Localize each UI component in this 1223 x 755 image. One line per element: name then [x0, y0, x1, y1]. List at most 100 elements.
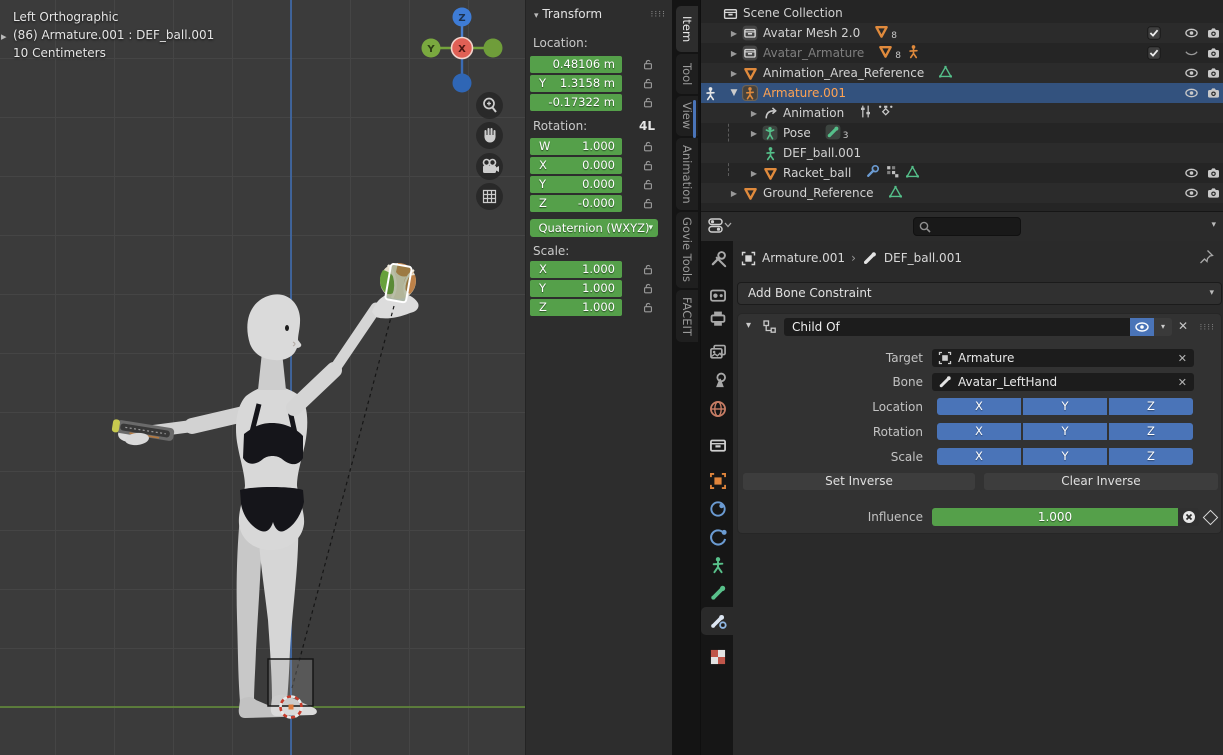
transform-field[interactable]: Y1.3158 m — [530, 75, 622, 92]
sidebar-tab-govie-tools[interactable]: Govie Tools — [676, 212, 698, 288]
expand-arrow-icon[interactable]: ▶ — [727, 69, 741, 78]
tab-strip-scrollbar[interactable] — [693, 100, 696, 138]
header-options-chevron-icon[interactable]: ▾ — [1211, 220, 1216, 230]
expand-arrow-icon[interactable]: ▶ — [727, 189, 741, 198]
rotation-x-toggle-button[interactable]: X — [937, 423, 1021, 440]
properties-tab-tool[interactable] — [709, 250, 727, 268]
bone-field[interactable]: Avatar_LeftHand ✕ — [932, 373, 1194, 391]
outliner-row-pose[interactable]: ▶Pose3 — [701, 123, 1223, 143]
checkbox-icon[interactable] — [1147, 26, 1161, 43]
lock-icon[interactable] — [642, 282, 654, 298]
3d-viewport[interactable]: Z Y X ▸ Left Orthographic (86) Armature.… — [0, 0, 672, 755]
eye-icon[interactable] — [1184, 26, 1199, 43]
properties-tab-texture[interactable] — [709, 648, 727, 666]
sidebar-tab-tool[interactable]: Tool — [676, 54, 698, 94]
pan-tool-button[interactable] — [476, 122, 503, 149]
transform-field[interactable]: -0.17322 m — [530, 94, 622, 111]
properties-tab-physics[interactable] — [709, 528, 727, 546]
foot-bone-box[interactable] — [268, 659, 313, 706]
constraint-enable-eye-button[interactable] — [1130, 318, 1154, 336]
lock-icon[interactable] — [642, 301, 654, 317]
scale-z-toggle-button[interactable]: Z — [1109, 448, 1193, 465]
outliner-row-avatar-armature[interactable]: ▶Avatar_Armature8 — [701, 43, 1223, 63]
set-inverse-button[interactable]: Set Inverse — [743, 473, 975, 490]
scale-y-toggle-button[interactable]: Y — [1023, 448, 1107, 465]
expand-arrow-icon[interactable]: ▶ — [727, 29, 741, 38]
properties-tab-bone-constraint[interactable] — [709, 612, 727, 630]
panel-drag-grip-icon[interactable]: ⁝⁝⁝⁝ — [651, 10, 666, 20]
search-input[interactable] — [934, 218, 1018, 235]
lock-icon[interactable] — [642, 58, 654, 74]
keyframe-diamond-icon[interactable] — [1203, 510, 1219, 526]
outliner-row-scene-collection[interactable]: Scene Collection — [701, 3, 1223, 23]
pin-icon[interactable] — [1199, 249, 1214, 267]
constraint-name-field[interactable]: Child Of — [784, 318, 1138, 336]
outliner-row-racket-ball[interactable]: ▶Racket_ball — [701, 163, 1223, 183]
lock-icon[interactable] — [642, 159, 654, 175]
location-y-toggle-button[interactable]: Y — [1023, 398, 1107, 415]
constraint-drag-grip-icon[interactable]: ⁝⁝⁝⁝ — [1200, 323, 1215, 333]
lock-icon[interactable] — [642, 263, 654, 279]
scale-x-toggle-button[interactable]: X — [937, 448, 1021, 465]
outliner-row-armature-001[interactable]: ▼Armature.001 — [701, 83, 1223, 103]
checkbox-icon[interactable] — [1147, 46, 1161, 63]
gizmo-y-neg-ball[interactable] — [484, 39, 503, 58]
clear-inverse-button[interactable]: Clear Inverse — [984, 473, 1218, 490]
lock-icon[interactable] — [642, 140, 654, 156]
properties-tab-view-layer[interactable] — [709, 343, 727, 361]
camera-icon[interactable] — [1206, 66, 1221, 83]
outliner[interactable]: Scene Collection▶Avatar Mesh 2.08▶Avatar… — [701, 0, 1223, 212]
navigation-gizmo[interactable]: Z Y X — [422, 8, 503, 93]
clear-bone-icon[interactable]: ✕ — [1178, 376, 1187, 389]
influence-clear-button[interactable] — [1178, 508, 1199, 526]
mannequin-figure[interactable] — [111, 293, 418, 718]
transform-field[interactable]: Y0.000 — [530, 176, 622, 193]
constraint-close-icon[interactable]: ✕ — [1178, 319, 1188, 333]
lock-icon[interactable] — [642, 197, 654, 213]
expand-arrow-icon[interactable]: ▶ — [747, 169, 761, 178]
sidebar-tab-animation[interactable]: Animation — [676, 138, 698, 210]
properties-tab-data[interactable] — [709, 556, 727, 574]
transform-panel-header[interactable]: ▾ Transform — [534, 7, 602, 21]
properties-tab-world[interactable] — [709, 400, 727, 418]
lock-icon[interactable] — [642, 77, 654, 93]
properties-tab-output[interactable] — [709, 309, 727, 327]
outliner-row-ground-reference[interactable]: ▶Ground_Reference — [701, 183, 1223, 203]
transform-field[interactable]: Z-0.000 — [530, 195, 622, 212]
editor-type-button[interactable] — [707, 216, 733, 239]
properties-tab-render[interactable] — [709, 286, 727, 304]
breadcrumb-object[interactable]: Armature.001 — [762, 251, 845, 265]
camera-icon[interactable] — [1206, 46, 1221, 63]
eye-icon[interactable] — [1184, 86, 1199, 103]
camera-icon[interactable] — [1206, 186, 1221, 203]
properties-tab-constraints[interactable] — [709, 500, 727, 518]
properties-tab-collection[interactable] — [709, 436, 727, 454]
eye-icon[interactable] — [1184, 66, 1199, 83]
outliner-row-avatar-mesh-2-0[interactable]: ▶Avatar Mesh 2.08 — [701, 23, 1223, 43]
transform-field[interactable]: X0.000 — [530, 157, 622, 174]
properties-tab-bone[interactable] — [709, 584, 727, 602]
target-field[interactable]: Armature ✕ — [932, 349, 1194, 367]
add-bone-constraint-dropdown[interactable]: Add Bone Constraint ▾ — [737, 282, 1222, 305]
lock-icon[interactable] — [642, 178, 654, 194]
transform-field[interactable]: W1.000 — [530, 138, 622, 155]
eye-icon[interactable] — [1184, 166, 1199, 183]
constraint-extras-chevron[interactable]: ▾ — [1154, 318, 1172, 336]
camera-icon[interactable] — [1206, 166, 1221, 183]
outliner-row-animation[interactable]: ▶Animation — [701, 103, 1223, 123]
expand-arrow-icon[interactable]: ▼ — [727, 88, 741, 98]
eye-closed-icon[interactable] — [1184, 46, 1199, 63]
expand-arrow-icon[interactable]: ▶ — [747, 129, 761, 138]
collapse-chevron-icon[interactable]: ▾ — [746, 320, 751, 331]
transform-field[interactable]: 0.48106 m — [530, 56, 622, 73]
lock-icon[interactable] — [642, 96, 654, 112]
transform-field[interactable]: Z1.000 — [530, 299, 622, 316]
camera-view-button[interactable] — [476, 153, 503, 180]
sidebar-tab-item[interactable]: Item — [676, 6, 698, 52]
zoom-tool-button[interactable] — [476, 92, 503, 119]
toolbar-expand-arrow[interactable]: ▸ — [1, 30, 7, 43]
properties-tab-object[interactable] — [709, 472, 727, 490]
rotation-y-toggle-button[interactable]: Y — [1023, 423, 1107, 440]
expand-arrow-icon[interactable]: ▶ — [747, 109, 761, 118]
camera-icon[interactable] — [1206, 86, 1221, 103]
